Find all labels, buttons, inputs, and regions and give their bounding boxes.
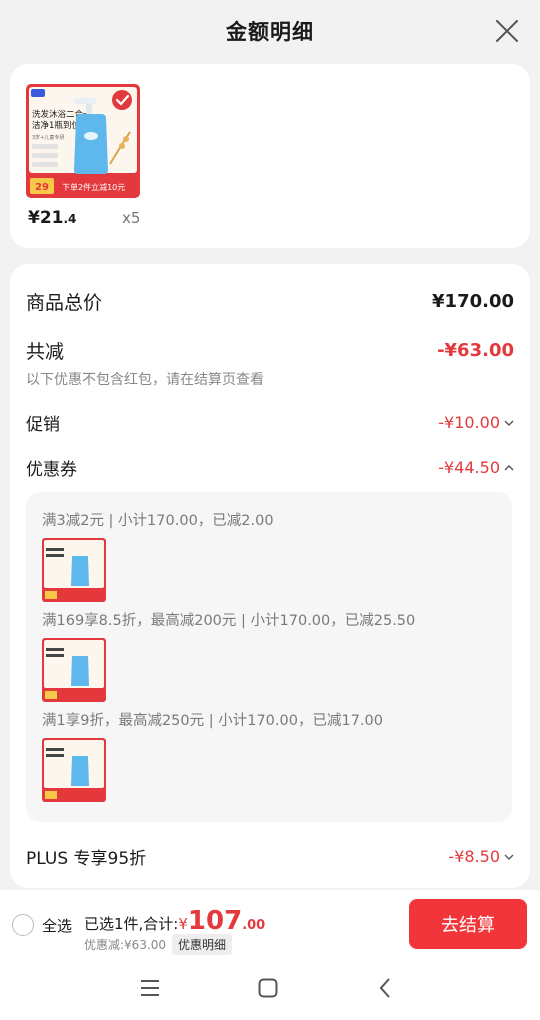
- coupon-item-text: 满169享8.5折，最高减200元 | 小计170.00，已减25.50: [42, 613, 416, 629]
- coupon-item-text: 满1享9折，最高减250元 | 小计170.00，已减17.00: [42, 713, 383, 729]
- product-card: 洗发沐浴二合一 洁净1瓶到位 3岁+儿童专研 29 下单2件立减10元 ¥21.…: [10, 64, 530, 248]
- select-all-label[interactable]: 全选: [42, 915, 72, 936]
- coupon-product-image: [42, 538, 106, 602]
- price-integer: ¥21: [28, 208, 64, 228]
- menu-icon[interactable]: [138, 976, 162, 1000]
- chevron-up-icon: [504, 464, 514, 470]
- thumb-price: 29: [35, 182, 49, 193]
- total-reduce-row: 共减 -¥63.00: [26, 337, 514, 364]
- checkout-bar: 全选 已选1件,合计: ¥ 107 .00 优惠减:¥63.00 优惠明细 去结…: [0, 890, 540, 958]
- product-quantity: x5: [122, 209, 141, 227]
- chevron-down-icon: [504, 420, 514, 426]
- total-price-row: 商品总价 ¥170.00: [26, 288, 514, 315]
- product-image: 洗发沐浴二合一 洁净1瓶到位 3岁+儿童专研 29 下单2件立减10元: [26, 84, 140, 198]
- promotion-row[interactable]: 促销 -¥10.00: [26, 410, 514, 435]
- total-price-label: 商品总价: [26, 292, 103, 314]
- coupon-product-image: [42, 738, 106, 802]
- selected-count-text: 已选1件,合计:: [84, 915, 179, 933]
- back-icon[interactable]: [374, 976, 398, 1000]
- coupon-value: -¥44.50: [438, 458, 500, 477]
- plus-discount-value: -¥8.50: [448, 847, 500, 866]
- total-reduce-label: 共减: [26, 341, 65, 363]
- thumb-line2: 洁净1瓶到位: [32, 120, 80, 131]
- promotion-value: -¥10.00: [438, 413, 500, 432]
- checkout-button[interactable]: 去结算: [409, 899, 527, 949]
- total-cents: .00: [242, 918, 266, 933]
- plus-discount-label: PLUS 专享95折: [26, 849, 147, 869]
- total-amount: 107: [187, 906, 243, 936]
- coupon-row[interactable]: 优惠券 -¥44.50: [26, 455, 514, 480]
- amount-detail-card: 商品总价 ¥170.00 共减 -¥63.00 以下优惠不包含红包，请在结算页查…: [10, 264, 530, 888]
- chevron-down-icon: [504, 854, 514, 860]
- coupon-value-wrap: -¥44.50: [438, 458, 514, 477]
- coupon-label: 优惠券: [26, 460, 77, 480]
- page-header: 金额明细: [0, 0, 540, 62]
- coupon-item-text: 满3减2元 | 小计170.00，已减2.00: [42, 513, 274, 529]
- price-decimal: .4: [63, 212, 77, 226]
- discount-detail-button[interactable]: 优惠明细: [172, 934, 233, 955]
- close-icon[interactable]: [494, 18, 520, 44]
- plus-discount-row[interactable]: PLUS 专享95折 -¥8.50: [26, 844, 514, 869]
- coupon-product-image: [42, 638, 106, 702]
- home-icon[interactable]: [256, 976, 280, 1000]
- total-price-value: ¥170.00: [432, 291, 514, 312]
- discount-text: 优惠减:¥63.00: [84, 938, 167, 952]
- product-price: ¥21.4: [28, 208, 76, 228]
- promotion-label: 促销: [26, 415, 60, 435]
- discount-note: 以下优惠不包含红包，请在结算页查看: [26, 372, 264, 388]
- product-thumbnail[interactable]: 洗发沐浴二合一 洁净1瓶到位 3岁+儿童专研 29 下单2件立减10元: [26, 84, 140, 202]
- total-currency: ¥: [178, 915, 188, 933]
- select-all-checkbox[interactable]: [12, 914, 34, 936]
- plus-discount-value-wrap: -¥8.50: [448, 847, 514, 866]
- page-title: 金额明细: [226, 20, 314, 44]
- thumb-promo: 下单2件立减10元: [62, 182, 125, 192]
- discount-summary: 优惠减:¥63.00 优惠明细: [84, 934, 233, 955]
- coupon-detail-box: 满3减2元 | 小计170.00，已减2.00 满169享8.5折，最高减200…: [26, 492, 512, 822]
- promotion-value-wrap: -¥10.00: [438, 413, 514, 432]
- thumb-line3: 3岁+儿童专研: [32, 134, 64, 141]
- total-summary: 已选1件,合计: ¥ 107 .00: [84, 908, 265, 934]
- system-nav-bar: [0, 958, 540, 1020]
- total-reduce-value: -¥63.00: [437, 340, 514, 361]
